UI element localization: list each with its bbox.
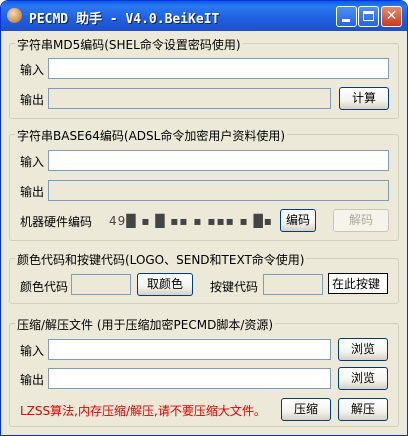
decompress-button[interactable]: 解压 (338, 398, 388, 421)
maximize-icon (363, 11, 374, 21)
md5-input-field[interactable] (48, 58, 389, 79)
color-key-group-title: 颜色代码和按键代码(LOGO、SEND和TEXT命令使用) (15, 251, 307, 268)
md5-group-title: 字符串MD5编码(SHEL命令设置密码使用) (15, 36, 243, 53)
base64-group-title: 字符串BASE64编码(ADSL命令加密用户资料使用) (15, 127, 288, 144)
lzss-note: LZSS算法,内存压缩/解压,请不要压缩大文件。 (20, 404, 266, 418)
md5-input-label: 输入 (20, 63, 45, 77)
calculate-button[interactable]: 计算 (339, 87, 389, 110)
browse-output-button[interactable]: 浏览 (338, 367, 388, 390)
minimize-icon (342, 19, 350, 22)
key-code-field[interactable] (263, 274, 323, 295)
pick-color-button[interactable]: 取颜色 (137, 273, 193, 296)
compress-group-title: 压缩/解压文件 (用于压缩加密PECMD脚本/资源) (15, 316, 276, 333)
compress-button[interactable]: 压缩 (281, 398, 331, 421)
compress-input-field[interactable] (48, 339, 331, 360)
close-button[interactable]: ✕ (381, 6, 402, 27)
browse-input-button[interactable]: 浏览 (338, 338, 388, 361)
color-code-label: 颜色代码 (20, 280, 69, 294)
compress-output-field[interactable] (48, 368, 331, 389)
app-icon (7, 8, 22, 23)
hardware-code-field[interactable]: 49█ ▪ █ ▪▪ ▪ ▪▪▪ ▪ █▪ (105, 210, 280, 231)
encode-button[interactable]: 编码 (280, 209, 316, 232)
minimize-button[interactable] (336, 6, 357, 27)
maximize-button[interactable] (358, 6, 379, 27)
compress-group: 压缩/解压文件 (用于压缩加密PECMD脚本/资源) 输入 浏览 输出 浏览 L… (9, 316, 399, 427)
base64-input-label: 输入 (20, 155, 45, 169)
base64-group: 字符串BASE64编码(ADSL命令加密用户资料使用) 输入 输出 机器硬件编码… (9, 127, 399, 241)
base64-output-label: 输出 (20, 185, 45, 199)
md5-output-label: 输出 (20, 93, 45, 107)
close-icon: ✕ (385, 8, 398, 24)
color-key-group: 颜色代码和按键代码(LOGO、SEND和TEXT命令使用) 颜色代码 取颜色 按… (9, 251, 399, 304)
press-key-box[interactable]: 在此按键 (328, 273, 388, 294)
base64-output-field[interactable] (48, 180, 389, 201)
window-title: PECMD 助手 - V4.0.BeiKeIT (29, 12, 220, 27)
title-bar[interactable]: PECMD 助手 - V4.0.BeiKeIT ✕ (1, 1, 407, 31)
base64-input-field[interactable] (48, 150, 389, 171)
compress-input-label: 输入 (20, 344, 45, 358)
md5-output-field[interactable] (48, 88, 331, 109)
hardware-code-label: 机器硬件编码 (20, 215, 93, 229)
key-code-label: 按键代码 (210, 280, 259, 294)
color-code-field[interactable] (71, 274, 131, 295)
md5-group: 字符串MD5编码(SHEL命令设置密码使用) 输入 输出 计算 (9, 36, 399, 119)
decode-button[interactable]: 解码 (333, 209, 389, 232)
app-window: PECMD 助手 - V4.0.BeiKeIT ✕ 字符串MD5编码(SHEL命… (0, 0, 408, 436)
compress-output-label: 输出 (20, 373, 45, 387)
